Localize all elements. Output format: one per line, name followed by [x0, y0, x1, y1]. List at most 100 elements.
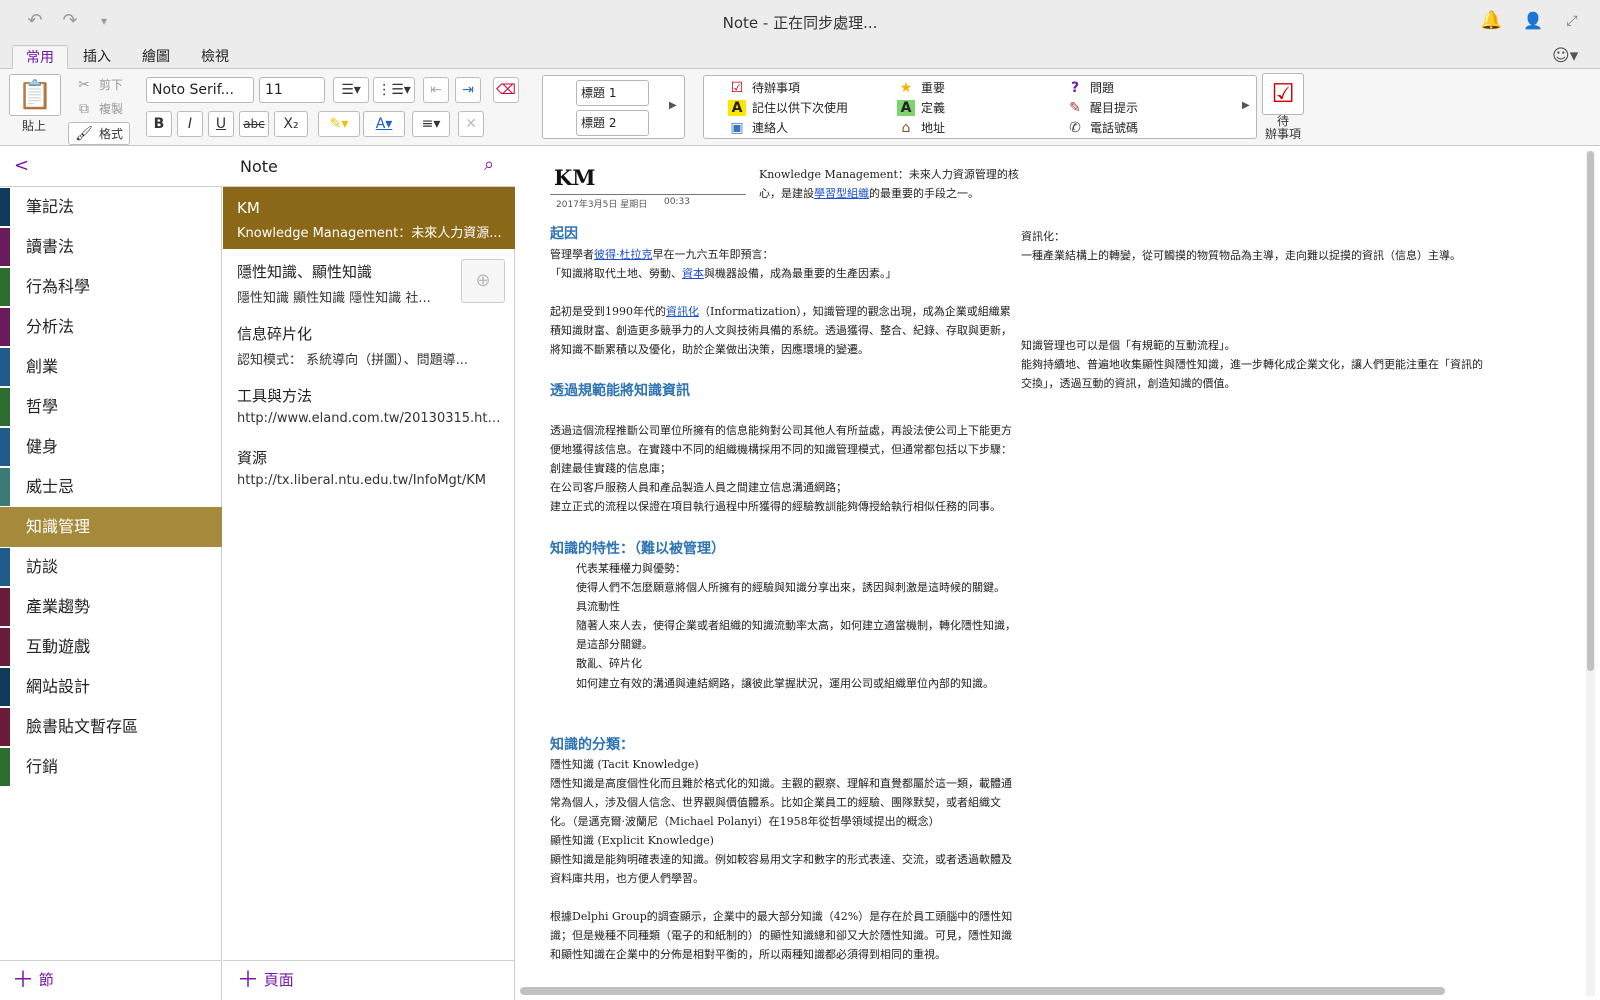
learning-org-link[interactable]: 學習型組織 [814, 187, 869, 200]
note-canvas[interactable]: KM 2017年3月5日 星期日 00:33 Knowledge Managem… [516, 147, 1600, 1000]
text-line: 創建最佳實踐的信息庫； [550, 462, 671, 475]
styles-more-icon[interactable]: ▶ [669, 100, 677, 111]
numbering-button[interactable]: ⋮☰▾ [373, 77, 415, 103]
delete-button[interactable]: ✕ [458, 111, 484, 137]
text-line: 隱性知識是高度個性化而且難於格式化的知識。主觀的觀察、理解和直覺都屬於這一類，載… [550, 777, 1012, 790]
tab-insert[interactable]: 插入 [70, 45, 124, 70]
tag-remember[interactable]: A 記住以供下次使用 [728, 99, 848, 116]
font-size-select[interactable]: 11 [259, 77, 325, 103]
text-line: 化。（是邁克爾·波蘭尼（Michael Polanyi）在1958年從哲學領域提… [550, 815, 940, 828]
todo-tag-big-icon[interactable]: ☑ [1262, 73, 1304, 115]
tab-home[interactable]: 常用 [12, 45, 68, 70]
informatization-link[interactable]: 資訊化 [666, 305, 699, 318]
add-section-button[interactable]: ＋ 節 [0, 960, 222, 1000]
copy-button[interactable]: ⧉ 複製 [75, 100, 123, 117]
font-name-select[interactable]: Noto Serif... [146, 77, 254, 103]
main-area: < Note ⌕ 筆記法 讀書法 行為科學 分析法 創業 哲學 健身 威士忌 知… [0, 147, 1600, 1000]
page-preview: 隱性知識 顯性知識 隱性知識 社... [237, 291, 431, 306]
horizontal-scrollbar[interactable] [520, 987, 1445, 995]
page-item[interactable]: 資源 http://tx.liberal.ntu.edu.tw/InfoMgt/… [223, 435, 515, 497]
decrease-indent-button[interactable]: ⇤ [423, 77, 449, 103]
tag-phone[interactable]: ✆ 電話號碼 [1066, 119, 1138, 136]
font-color-button[interactable]: A▾ [363, 111, 405, 137]
underline-button[interactable]: U [208, 111, 234, 137]
side-note-line: 一種產業結構上的轉變，從可觸摸的物質物品為主導，走向難以捉摸的資訊（信息）主導。 [1021, 249, 1461, 262]
note-title[interactable]: KM [554, 165, 596, 190]
style-heading-2[interactable]: 標題 2 [576, 110, 649, 136]
cut-button[interactable]: ✂ 剪下 [75, 76, 123, 93]
section-color-bar [0, 308, 10, 346]
bold-button[interactable]: B [146, 111, 172, 137]
bullets-button[interactable]: ☰▾ [333, 77, 369, 103]
tag-todo[interactable]: ☑ 待辦事項 [728, 79, 800, 96]
page-item[interactable]: 信息碎片化 認知模式： 系統導向（拼圖）、問題導... [223, 311, 515, 373]
section-item[interactable]: 筆記法 [0, 187, 222, 227]
section-color-bar [0, 748, 10, 786]
section-item[interactable]: 互動遊戲 [0, 627, 222, 667]
subscript-button[interactable]: X₂ [274, 111, 308, 137]
capital-link[interactable]: 資本 [682, 267, 704, 280]
page-item[interactable]: 隱性知識、顯性知識 隱性知識 顯性知識 隱性知識 社... ⊕ [223, 249, 515, 311]
tag-contact[interactable]: ▣ 連絡人 [728, 119, 788, 136]
tab-view[interactable]: 檢視 [188, 45, 242, 70]
section-item[interactable]: 哲學 [0, 387, 222, 427]
section-item[interactable]: 行銷 [0, 747, 222, 787]
styles-gallery[interactable]: 標題 1 標題 2 ▶ [542, 75, 685, 139]
side-note-line: 資訊化： [1021, 230, 1065, 243]
tag-address[interactable]: ⌂ 地址 [897, 119, 945, 136]
align-button[interactable]: ≡▾ [412, 111, 450, 137]
side-note-line: 能夠持續地、普遍地收集顯性與隱性知識，進一步轉化成企業文化，讓人們更能注重在「資… [1021, 358, 1483, 371]
vertical-scrollbar-thumb[interactable] [1587, 151, 1594, 671]
section-item[interactable]: 分析法 [0, 307, 222, 347]
section-list: 筆記法 讀書法 行為科學 分析法 創業 哲學 健身 威士忌 知識管理 訪談 產業… [0, 187, 222, 1000]
drucker-link[interactable]: 彼得·杜拉克 [594, 248, 653, 261]
text-line: 管理學者彼得·杜拉克早在一九六五年即預言： [550, 248, 774, 261]
notification-bell-icon[interactable]: 🔔 [1480, 10, 1502, 32]
fullscreen-icon[interactable]: ⤢ [1561, 10, 1583, 32]
text-line: 積知識財富、創造更多競爭力的人文與技術具備的系統。透過獲得、整合、紀錄、存取與更… [550, 324, 1012, 337]
italic-button[interactable]: I [177, 111, 203, 137]
tags-more-icon[interactable]: ▶ [1242, 100, 1250, 111]
tag-definition[interactable]: A 定義 [897, 99, 945, 116]
phone-icon: ✆ [1069, 120, 1081, 136]
page-preview: 認知模式： 系統導向（拼圖）、問題導... [237, 353, 469, 368]
section-color-bar [0, 348, 10, 386]
page-item-active[interactable]: KM Knowledge Management：未來人力資源... [223, 187, 515, 249]
section-item[interactable]: 產業趨勢 [0, 587, 222, 627]
back-chevron-icon[interactable]: < [14, 155, 29, 176]
section-color-bar [0, 588, 10, 626]
increase-indent-button[interactable]: ⇥ [455, 77, 481, 103]
intro-line-1: Knowledge Management：未來人力資源管理的核 [759, 168, 1019, 181]
section-item[interactable]: 健身 [0, 427, 222, 467]
clear-format-button[interactable]: ⌫ [493, 77, 519, 103]
paste-icon[interactable]: 📋 [9, 74, 61, 116]
side-note-line: 交換」，透過互動的資訊，創造知識的價值。 [1021, 377, 1236, 390]
highlight-color-button[interactable]: ✎▾ [318, 111, 360, 137]
style-heading-1[interactable]: 標題 1 [576, 80, 649, 106]
section-item[interactable]: 創業 [0, 347, 222, 387]
text-line: 具流動性 [576, 600, 620, 613]
page-item[interactable]: 工具與方法 http://www.eland.com.tw/20130315.h… [223, 373, 515, 435]
share-user-icon[interactable]: 👤 [1522, 10, 1544, 32]
feedback-smiley-icon[interactable]: ☺▾ [1552, 46, 1578, 66]
section-item[interactable]: 訪談 [0, 547, 222, 587]
search-icon[interactable]: ⌕ [484, 154, 494, 175]
tab-draw[interactable]: 繪圖 [129, 45, 183, 70]
section-item[interactable]: 行為科學 [0, 267, 222, 307]
section-color-bar [0, 428, 10, 466]
text-line: 根據Delphi Group的調查顯示，企業中的最大部分知識（42%）是存在於員… [550, 910, 1013, 923]
section-item[interactable]: 臉書貼文暫存區 [0, 707, 222, 747]
tag-important[interactable]: ★ 重要 [897, 79, 945, 96]
strikethrough-button[interactable]: abc [239, 111, 269, 137]
tag-highlight[interactable]: ✎ 醒目提示 [1066, 99, 1138, 116]
window-title: Note - 正在同步處理... [722, 14, 878, 32]
add-page-button[interactable]: ＋ 頁面 [223, 960, 515, 1000]
section-item[interactable]: 威士忌 [0, 467, 222, 507]
section-item[interactable]: 網站設計 [0, 667, 222, 707]
section-item-active[interactable]: 知識管理 [0, 507, 222, 547]
format-painter-button[interactable]: 🖌 格式 [68, 122, 131, 145]
tag-question[interactable]: ? 問題 [1066, 79, 1114, 96]
tags-gallery[interactable]: ☑ 待辦事項 ★ 重要 ? 問題 A 記住以供下次使用 A 定義 ✎ 醒目提示 ▣ 連絡人 ⌂… [703, 75, 1257, 139]
section-item[interactable]: 讀書法 [0, 227, 222, 267]
section-color-bar [0, 388, 10, 426]
